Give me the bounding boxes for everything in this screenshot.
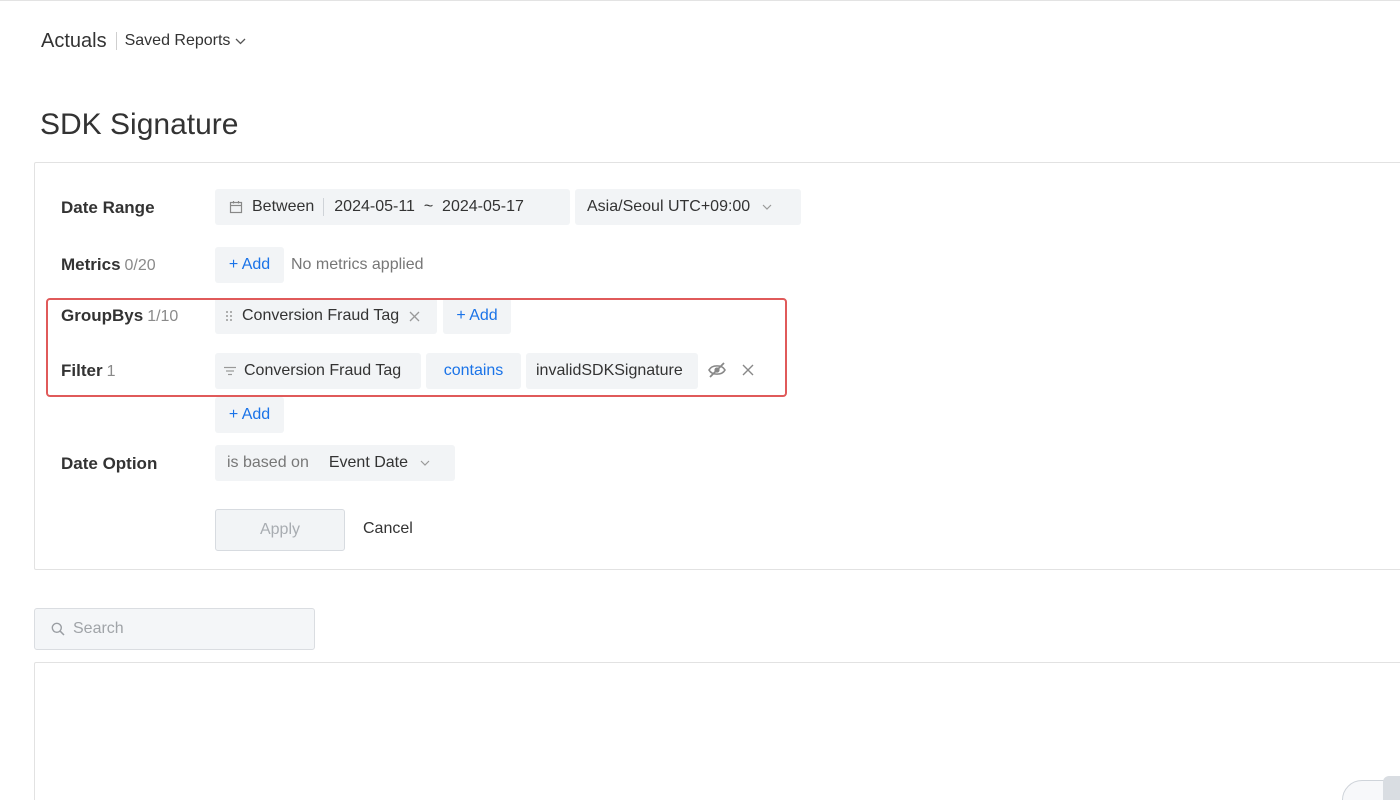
filter-label: Filter 1 [61,361,115,381]
filter-operator-value: contains [443,362,504,379]
drag-handle-icon[interactable] [225,310,233,322]
date-option-label-text: Date Option [61,454,158,473]
add-filter-button[interactable]: + Add [215,397,284,433]
filter-field-value: Conversion Fraud Tag [244,362,402,379]
add-groupby-button[interactable]: + Add [443,298,511,334]
top-divider [0,0,1400,1]
eye-off-icon[interactable] [707,361,727,379]
filter-value-text: invalidSDKSignature [536,362,683,379]
metrics-label-text: Metrics [61,255,121,274]
saved-reports-dropdown[interactable]: Saved Reports [125,32,247,50]
filter-label-text: Filter [61,361,103,380]
search-input[interactable] [73,620,293,638]
filter-value-input[interactable]: invalidSDKSignature [526,353,698,389]
search-box[interactable] [34,608,315,650]
metrics-empty-text: No metrics applied [291,256,424,273]
metrics-label: Metrics 0/20 [61,255,156,275]
close-icon[interactable] [409,311,420,322]
close-icon[interactable] [742,364,754,376]
date-option-prefix: is based on [227,454,309,471]
metrics-count: 0/20 [124,257,156,274]
page-title: SDK Signature [40,108,239,141]
filter-operator-select[interactable]: contains [426,353,521,389]
date-range-picker[interactable]: Between 2024-05-11 ~ 2024-05-17 [215,189,570,225]
results-table [34,662,1400,800]
groupbys-label: GroupBys 1/10 [61,306,178,326]
groupbys-count: 1/10 [147,308,179,325]
date-option-select[interactable]: is based on Event Date [215,445,455,481]
date-range-label-text: Date Range [61,198,155,217]
add-groupby-label: + Add [456,307,498,324]
filter-field-select[interactable]: Conversion Fraud Tag [215,353,421,389]
breadcrumb: Actuals Saved Reports [41,28,246,54]
chevron-down-icon [762,204,772,210]
date-mode[interactable]: Between [252,198,314,216]
date-option-value: Event Date [328,454,408,471]
cancel-button[interactable]: Cancel [363,520,413,538]
header-separator [115,32,117,50]
date-mode-separator [323,198,325,216]
calendar-icon [229,200,243,214]
floating-widget-tab[interactable] [1383,776,1400,800]
chevron-down-icon [235,38,246,44]
add-metric-button[interactable]: + Add [215,247,284,283]
chevron-down-icon [420,460,430,466]
timezone-select[interactable]: Asia/Seoul UTC+09:00 [575,189,801,225]
date-option-label: Date Option [61,454,157,474]
search-icon [51,622,65,636]
groupby-chip[interactable]: Conversion Fraud Tag [215,298,437,334]
app-title: Actuals [41,29,107,52]
filter-count: 1 [106,363,116,380]
groupbys-label-text: GroupBys [61,306,144,325]
groupby-chip-label: Conversion Fraud Tag [242,307,400,324]
filter-lines-icon [223,366,237,376]
add-filter-label: + Add [228,406,271,423]
date-range-value[interactable]: 2024-05-11 ~ 2024-05-17 [334,198,524,216]
date-range-label: Date Range [61,198,155,218]
apply-button[interactable]: Apply [215,509,345,551]
timezone-value: Asia/Seoul UTC+09:00 [587,198,751,215]
add-metric-label: + Add [228,256,271,273]
saved-reports-label: Saved Reports [124,32,231,49]
